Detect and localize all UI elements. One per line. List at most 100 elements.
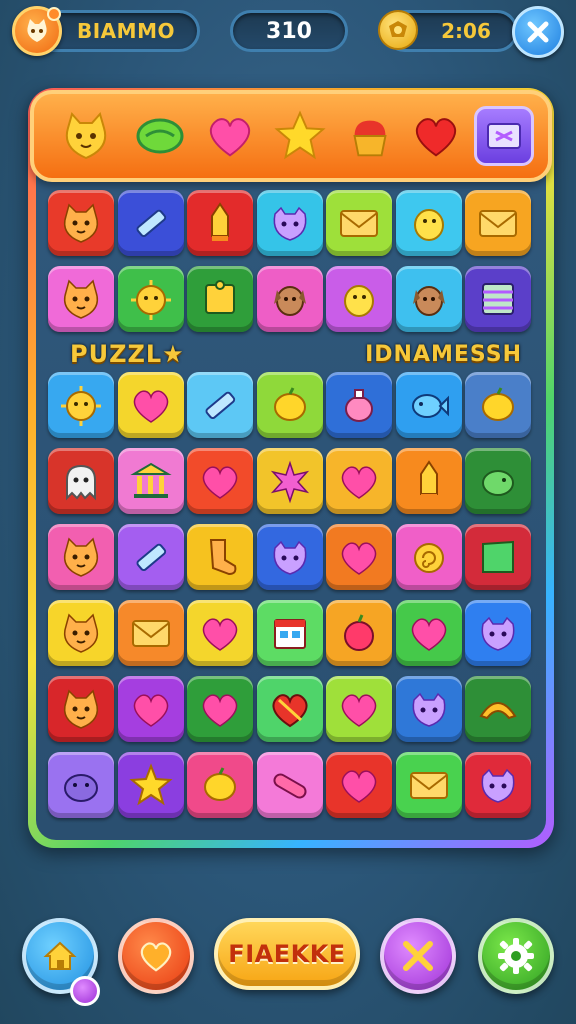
gift-box-icon[interactable] xyxy=(474,106,534,166)
tile-heart[interactable] xyxy=(187,600,253,666)
tile-chick[interactable] xyxy=(395,190,462,256)
cat-face-icon xyxy=(27,19,47,42)
cat-face-icon xyxy=(63,279,99,319)
cat-face-icon[interactable] xyxy=(56,106,116,166)
tools-icon xyxy=(403,941,433,971)
pencil-icon xyxy=(205,391,236,420)
coin-icon xyxy=(378,10,418,50)
red-heart-icon[interactable] xyxy=(406,106,466,166)
cupcake-icon[interactable] xyxy=(340,106,400,166)
heart-icon xyxy=(341,694,377,727)
tile-monster[interactable] xyxy=(256,524,323,590)
close-button[interactable] xyxy=(512,6,564,58)
star-icon[interactable] xyxy=(270,106,330,166)
tile-lemon[interactable] xyxy=(465,372,531,438)
tile-chick[interactable] xyxy=(326,266,392,332)
tile-heart[interactable] xyxy=(326,448,392,514)
tile-pencil[interactable] xyxy=(117,524,184,590)
tile-monster[interactable] xyxy=(465,752,531,818)
tile-splash[interactable] xyxy=(256,448,323,514)
tile-fish[interactable] xyxy=(395,372,462,438)
tile-heart[interactable] xyxy=(117,676,184,742)
pencil-icon xyxy=(136,543,166,572)
tile-monster[interactable] xyxy=(465,600,531,666)
lives-button[interactable] xyxy=(118,918,194,994)
tile-broken-heart[interactable] xyxy=(256,676,323,742)
envelope-icon xyxy=(479,210,517,237)
tile-cat-face[interactable] xyxy=(48,676,114,742)
tools-button[interactable] xyxy=(380,918,456,994)
house-icon xyxy=(273,619,306,649)
player-avatar[interactable] xyxy=(12,6,62,56)
settings-button[interactable] xyxy=(478,918,554,994)
chick-icon xyxy=(344,285,374,317)
tile-potion[interactable] xyxy=(326,372,392,438)
tile-temple[interactable] xyxy=(117,448,184,514)
splash-icon xyxy=(270,460,309,504)
tile-flag[interactable] xyxy=(465,524,531,590)
tile-heart[interactable] xyxy=(117,372,184,438)
tile-cat-face[interactable] xyxy=(48,266,114,332)
tile-ghost[interactable] xyxy=(48,448,114,514)
tile-seal[interactable] xyxy=(48,752,114,818)
tile-heart[interactable] xyxy=(187,676,253,742)
tile-cat-face[interactable] xyxy=(48,190,114,256)
heart-icon[interactable] xyxy=(200,106,260,166)
cat-face-icon xyxy=(63,203,99,243)
gear-icon xyxy=(498,938,534,974)
fish-icon xyxy=(411,394,449,418)
tile-rocket[interactable] xyxy=(395,448,462,514)
lemon-icon xyxy=(204,767,236,801)
heart-icon xyxy=(202,618,238,651)
tile-sock[interactable] xyxy=(187,524,253,590)
tile-sun-face[interactable] xyxy=(117,266,184,332)
tile-heart[interactable] xyxy=(326,676,392,742)
heart-icon xyxy=(133,390,168,423)
board-banner: PUZZL★ IDNAMESSH xyxy=(48,336,534,372)
heart-icon xyxy=(133,694,168,727)
tile-envelope[interactable] xyxy=(326,190,392,256)
tile-star[interactable] xyxy=(117,752,184,818)
tile-envelope[interactable] xyxy=(395,752,462,818)
envelope-icon xyxy=(131,620,170,647)
tile-heart[interactable] xyxy=(395,600,462,666)
tile-heart[interactable] xyxy=(326,524,392,590)
book-icon xyxy=(482,283,514,315)
tile-lemon[interactable] xyxy=(256,372,323,438)
tile-swirl[interactable] xyxy=(395,524,462,590)
tile-bird[interactable] xyxy=(465,448,531,514)
tile-puzzle[interactable] xyxy=(187,266,253,332)
tile-pencil[interactable] xyxy=(117,190,184,256)
heart-icon xyxy=(202,694,238,727)
tile-envelope[interactable] xyxy=(465,190,531,256)
tile-heart[interactable] xyxy=(326,752,392,818)
tile-envelope[interactable] xyxy=(117,600,184,666)
ghost-icon xyxy=(66,464,96,501)
tile-pencil[interactable] xyxy=(187,372,253,438)
tile-apple[interactable] xyxy=(326,600,392,666)
top-hud: BIAMMO 310 2:06 xyxy=(0,0,576,64)
tile-croissant[interactable] xyxy=(465,676,531,742)
rocket-icon xyxy=(211,202,229,241)
tile-sun-face[interactable] xyxy=(48,372,114,438)
tile-sausage[interactable] xyxy=(256,752,323,818)
banner-left-text: PUZZL★ xyxy=(70,340,185,368)
broken-heart-icon xyxy=(272,694,307,728)
tile-cat-face[interactable] xyxy=(48,600,114,666)
tile-rocket[interactable] xyxy=(187,190,253,256)
sock-icon xyxy=(209,539,237,576)
tile-cat-face[interactable] xyxy=(48,524,114,590)
tile-lemon[interactable] xyxy=(187,752,253,818)
green-candy-icon[interactable] xyxy=(130,106,190,166)
tile-monster[interactable] xyxy=(256,190,323,256)
tile-heart[interactable] xyxy=(187,448,253,514)
heart-icon xyxy=(140,942,172,972)
tile-dog[interactable] xyxy=(256,266,323,332)
cat-face-icon xyxy=(63,613,99,653)
tile-dog[interactable] xyxy=(395,266,462,332)
tile-house[interactable] xyxy=(256,600,323,666)
tile-book[interactable] xyxy=(465,266,531,332)
item-shelf xyxy=(30,90,552,182)
tile-monster[interactable] xyxy=(395,676,462,742)
play-button[interactable]: FIAEKKE xyxy=(214,918,360,990)
